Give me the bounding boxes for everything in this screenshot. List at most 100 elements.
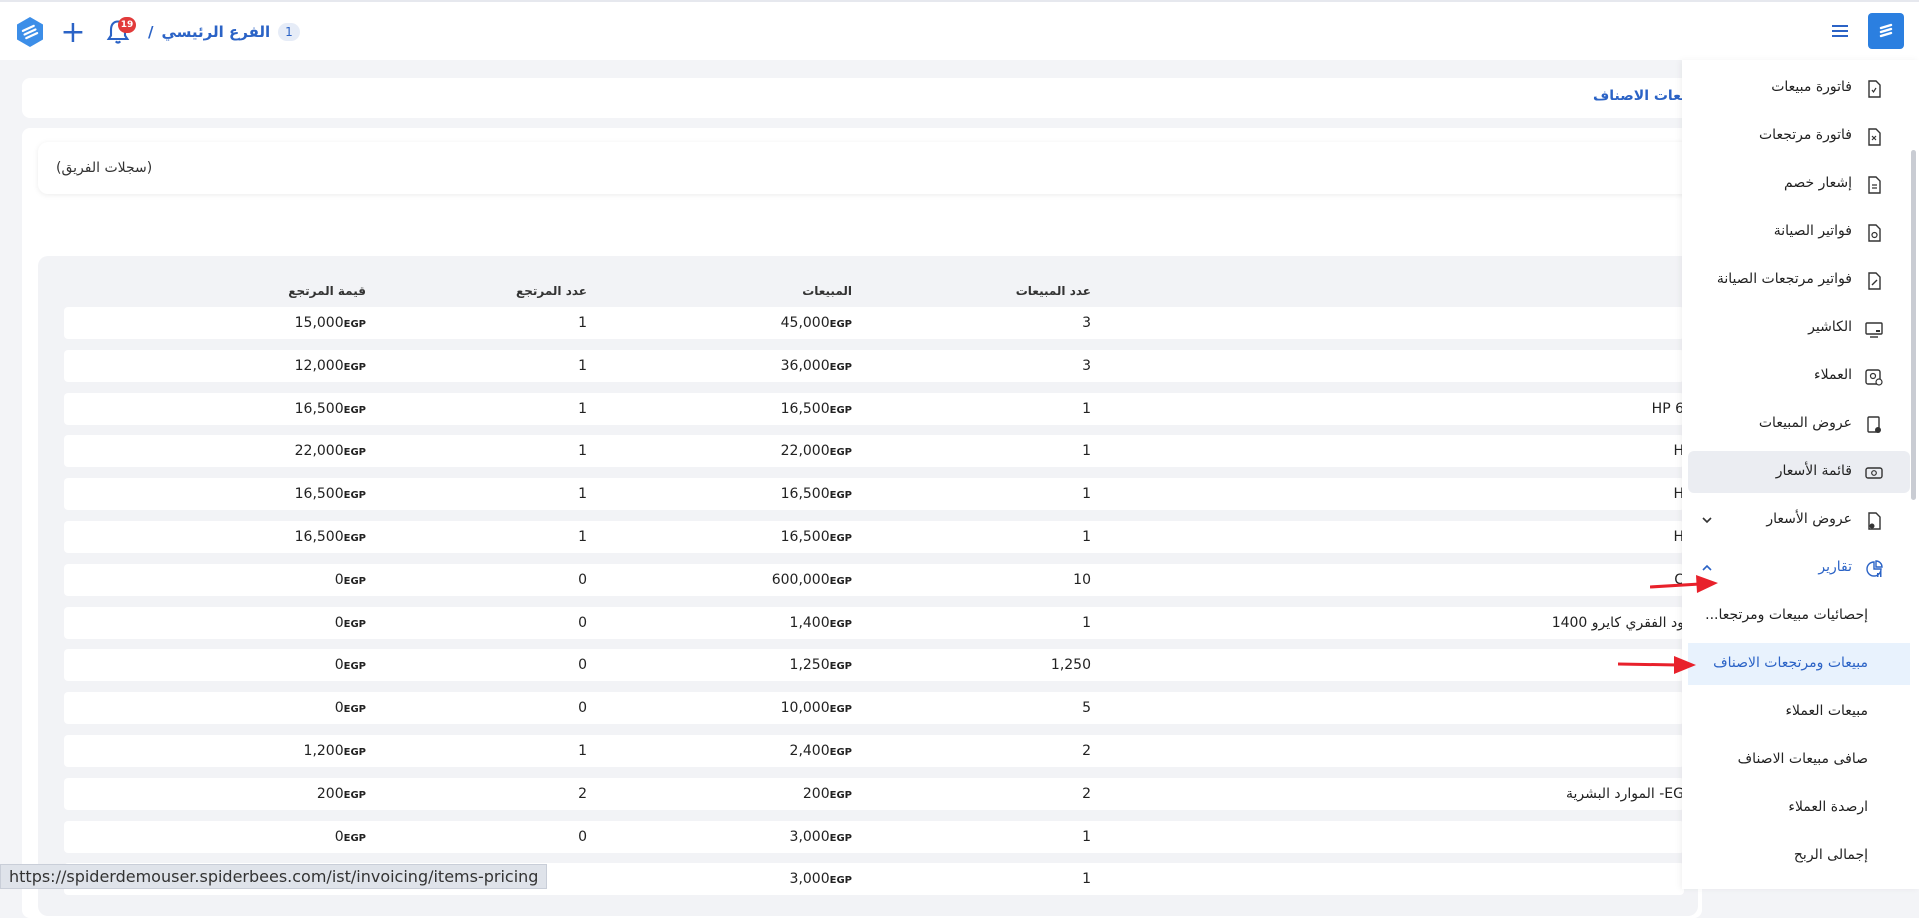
cell-value: 36,000	[780, 358, 830, 374]
currency-label: EGP	[829, 704, 852, 715]
cell-value: 45,000	[780, 315, 830, 331]
sidebar-item-sales-offers[interactable]: عروض المبيعات	[1688, 403, 1910, 445]
add-button[interactable]: +	[58, 18, 88, 48]
cell-value: 1	[1082, 486, 1091, 502]
invoice-icon	[1868, 80, 1881, 98]
sidebar-scrollbar[interactable]	[1911, 150, 1916, 500]
sidebar-item-label: عروض المبيعات	[1758, 415, 1852, 431]
sidebar-subitem-customer-balances[interactable]: ارصدة العملاء	[1688, 787, 1910, 829]
currency-label: EGP	[829, 619, 852, 630]
currency-label: EGP	[829, 576, 852, 587]
sidebar-item-credit-note[interactable]: إشعار خصم	[1688, 163, 1910, 205]
currency-label: EGP	[343, 790, 366, 801]
currency-label: EGP	[829, 790, 852, 801]
cell-value: 1	[1082, 615, 1091, 631]
branch-name: الفرع الرئيسي	[161, 23, 271, 41]
brand-logo-icon	[1879, 23, 1893, 38]
cell-return-count: 1	[578, 529, 587, 545]
cell-sales: 600,000EGP	[772, 572, 852, 588]
cell-return-value: 16,500EGP	[295, 486, 366, 502]
cell-return-count: 0	[578, 572, 587, 588]
sidebar-subitem-item-sales-returns[interactable]: مبيعات ومرتجعات الاصناف	[1688, 643, 1910, 685]
cell-sales-count: 3	[1082, 315, 1091, 331]
sidebar-subitem-sales-returns-stats[interactable]: إحصائيات مبيعات ومرتجعا...	[1688, 595, 1910, 637]
cell-return-count: 1	[578, 358, 587, 374]
cell-sales: 10,000EGP	[781, 700, 852, 716]
sidebar-item-cashier[interactable]: الكاشير	[1688, 307, 1910, 349]
cell-return-value: 15,000EGP	[295, 315, 366, 331]
sidebar-subitem-total-profit[interactable]: إجمالى الربح	[1688, 835, 1910, 877]
table-row: 16,500EGP 1 16,500EGP 1 HP 6	[64, 393, 1684, 425]
sidebar-item-label: فواتير الصيانة	[1773, 223, 1852, 239]
chevron-down-icon[interactable]	[1700, 513, 1714, 527]
cell-value: 2	[1082, 786, 1091, 802]
sidebar-item-label: العملاء	[1814, 367, 1852, 383]
cell-value: 0	[334, 657, 344, 673]
cell-return-count: 0	[578, 615, 587, 631]
currency-label: EGP	[343, 704, 366, 715]
sidebar-item-price-list[interactable]: قائمة الأسعار	[1688, 451, 1910, 493]
cell-value: 10	[1073, 572, 1091, 588]
sidebar-item-maintenance-invoices[interactable]: فواتير الصيانة	[1688, 211, 1910, 253]
cell-sales: 45,000EGP	[781, 315, 852, 331]
cell-return-value: 0EGP	[335, 657, 366, 673]
brand-logo[interactable]	[1868, 13, 1904, 49]
sidebar-item-reports[interactable]: تقارير	[1688, 547, 1910, 589]
cell-value: ود الفقري كايرو 1400	[1551, 615, 1684, 631]
cell-return-value: 0EGP	[335, 615, 366, 631]
cell-return-value: 16,500EGP	[295, 529, 366, 545]
sidebar-item-label: الكاشير	[1808, 319, 1852, 335]
cell-value: 0	[334, 700, 344, 716]
cell-value: 2,400	[789, 743, 830, 759]
currency-label: EGP	[343, 747, 366, 758]
cell-sales-count: 1,250	[1051, 657, 1091, 673]
sidebar: فاتورة مبيعات فاتورة مرتجعات إشعار خصم ف…	[1682, 60, 1919, 889]
cell-return-value: 16,500EGP	[295, 401, 366, 417]
cell-value: 1	[1082, 871, 1091, 887]
table-row: 12,000EGP 1 36,000EGP 3	[64, 350, 1684, 382]
cell-sales: 3,000EGP	[790, 871, 852, 887]
cell-value: 1,250	[1050, 657, 1091, 673]
cell-value: 2	[1082, 743, 1091, 759]
currency-label: EGP	[829, 875, 852, 886]
sidebar-subitem-net-item-sales[interactable]: صافى مبيعات الاصناف	[1688, 739, 1910, 781]
sidebar-item-label: مبيعات ومرتجعات الاصناف	[1713, 655, 1868, 671]
sidebar-item-price-quotes[interactable]: عروض الأسعار	[1688, 499, 1910, 541]
currency-label: EGP	[829, 362, 852, 373]
filter-box[interactable]	[38, 142, 1698, 194]
cell-value: 1	[1082, 529, 1091, 545]
cell-value: 1	[578, 486, 587, 502]
currency-label: EGP	[343, 833, 366, 844]
cell-value: 15,000	[294, 315, 344, 331]
cell-value: 0	[578, 829, 587, 845]
table-row: 16,500EGP 1 16,500EGP 1 H	[64, 478, 1684, 510]
header-sales-count: عدد المبيعات	[1015, 284, 1091, 298]
app-logo-icon[interactable]	[14, 16, 46, 48]
cell-sales: 200EGP	[803, 786, 852, 802]
price-quote-icon	[1868, 512, 1881, 530]
sidebar-item-customers[interactable]: العملاء	[1688, 355, 1910, 397]
sidebar-item-sales-invoice[interactable]: فاتورة مبيعات	[1688, 67, 1910, 109]
cell-name: HP 6	[1652, 401, 1684, 417]
cell-value: 3,000	[789, 871, 830, 887]
branch-count-badge: 1	[278, 23, 300, 41]
status-bar-url: https://spiderdemouser.spiderbees.com/is…	[0, 864, 548, 889]
cell-sales-count: 1	[1082, 443, 1091, 459]
currency-label: EGP	[343, 490, 366, 501]
hamburger-menu-icon[interactable]	[1830, 22, 1850, 40]
sidebar-subitem-customer-sales[interactable]: مبيعات العملاء	[1688, 691, 1910, 733]
sidebar-item-label: فواتير مرتجعات الصيانة	[1716, 271, 1852, 287]
cell-sales-count: 10	[1073, 572, 1091, 588]
cell-value: 16,500	[780, 529, 830, 545]
sidebar-item-maintenance-returns[interactable]: فواتير مرتجعات الصيانة	[1688, 259, 1910, 301]
currency-label: EGP	[343, 405, 366, 416]
branch-selector[interactable]: 1 الفرع الرئيسي /	[148, 20, 300, 44]
cell-return-value: 1,200EGP	[304, 743, 366, 759]
cell-value: 1,200	[303, 743, 344, 759]
sidebar-item-returns-invoice[interactable]: فاتورة مرتجعات	[1688, 115, 1910, 157]
cell-value: 200	[802, 786, 830, 802]
sidebar-item-label: صافى مبيعات الاصناف	[1737, 751, 1868, 767]
cell-sales-count: 2	[1082, 786, 1091, 802]
cell-value: 1	[578, 743, 587, 759]
cell-return-value: 0EGP	[335, 829, 366, 845]
